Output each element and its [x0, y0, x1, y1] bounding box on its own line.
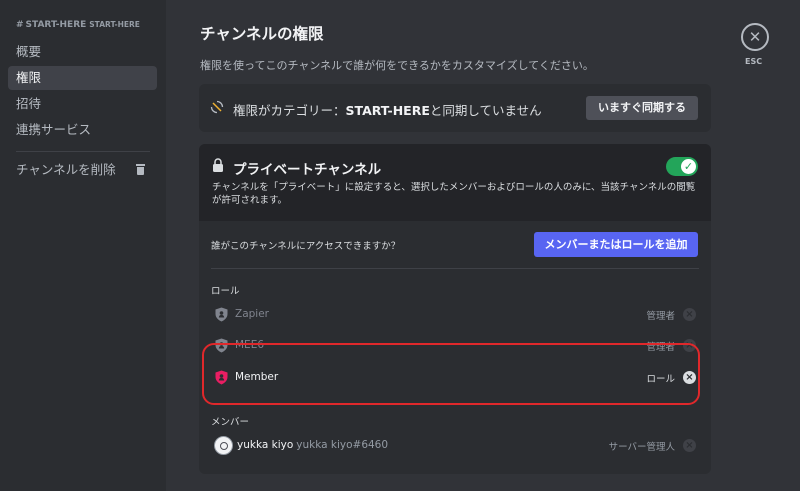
check-icon: ✓ — [681, 159, 696, 174]
page-description: 権限を使ってこのチャンネルで誰が何をできるかをカスタマイズしてください。 — [200, 59, 594, 72]
member-name: yukka kiyo — [237, 439, 294, 451]
close-button[interactable]: ✕ — [741, 23, 769, 51]
member-tag: yukka kiyo#6460 — [296, 439, 389, 451]
private-channel-panel: プライベートチャンネル ✓ チャンネルを「プライベート」に設定すると、選択したメ… — [199, 144, 711, 474]
esc-label: ESC — [745, 57, 763, 66]
sidebar-item-integrations[interactable]: 連携サービス — [8, 118, 157, 142]
members-section-label: メンバー — [211, 417, 250, 428]
sidebar-item-permissions[interactable]: 権限 — [8, 66, 157, 90]
remove-role-button[interactable]: × — [683, 308, 696, 321]
roles-section-label: ロール — [211, 286, 240, 297]
add-member-or-role-button[interactable]: メンバーまたはロールを追加 — [534, 232, 698, 257]
page-title: チャンネルの権限 — [200, 25, 324, 43]
lock-icon — [213, 158, 223, 172]
close-icon: ✕ — [748, 28, 762, 46]
sidebar-channel-name: START-HERE — [25, 20, 87, 30]
sidebar-item-overview[interactable]: 概要 — [8, 40, 157, 64]
delete-channel-label: チャンネルを削除 — [16, 162, 116, 177]
sidebar-item-label: 連携サービス — [16, 122, 92, 137]
sync-text: 権限がカテゴリー：START-HEREと同期していません — [233, 100, 542, 119]
sidebar-item-label: 招待 — [16, 96, 42, 111]
sidebar-item-label: 概要 — [16, 44, 42, 59]
remove-member-button[interactable]: × — [683, 439, 696, 452]
member-role: サーバー管理人 — [608, 442, 675, 453]
channel-hash-icon: # — [16, 20, 24, 30]
sidebar-divider — [16, 151, 150, 152]
role-type: 管理者 — [646, 311, 675, 322]
sidebar-category-name: START-HERE — [89, 20, 140, 29]
highlight-annotation — [202, 343, 700, 405]
trash-icon — [136, 164, 145, 175]
sync-now-button[interactable]: いますぐ同期する — [586, 96, 698, 120]
divider — [211, 268, 699, 269]
member-name-group: yukka kiyo yukka kiyo#6460 — [237, 439, 388, 451]
sync-notice: 権限がカテゴリー：START-HEREと同期していません いますぐ同期する — [199, 84, 711, 132]
private-channel-title: プライベートチャンネル — [233, 162, 382, 178]
access-question: 誰がこのチャンネルにアクセスできますか？ — [211, 241, 401, 252]
role-row-zapier[interactable]: Zapier 管理者 × — [211, 303, 699, 329]
settings-sidebar: # START-HERE START-HERE 概要 権限 招待 連携サービス チャ… — [0, 0, 166, 491]
sync-text-suffix: と同期していません — [429, 103, 542, 118]
sidebar-item-label: 権限 — [16, 70, 42, 85]
private-channel-description: チャンネルを「プライベート」に設定すると、選択したメンバーおよびロールの人のみに… — [212, 182, 696, 206]
sidebar-header: # START-HERE START-HERE — [16, 20, 140, 30]
member-row[interactable]: yukka kiyo yukka kiyo#6460 サーバー管理人 × — [211, 434, 699, 460]
role-name: Zapier — [235, 308, 269, 320]
unsync-icon — [210, 100, 224, 114]
sync-text-prefix: 権限がカテゴリー： — [233, 103, 346, 118]
private-channel-header: プライベートチャンネル ✓ チャンネルを「プライベート」に設定すると、選択したメ… — [199, 144, 711, 221]
sync-category: START-HERE — [345, 103, 430, 118]
shield-icon — [215, 307, 228, 322]
sidebar-item-invites[interactable]: 招待 — [8, 92, 157, 116]
private-channel-toggle[interactable]: ✓ — [666, 157, 698, 176]
delete-channel-button[interactable]: チャンネルを削除 — [8, 158, 157, 182]
avatar — [214, 436, 233, 455]
